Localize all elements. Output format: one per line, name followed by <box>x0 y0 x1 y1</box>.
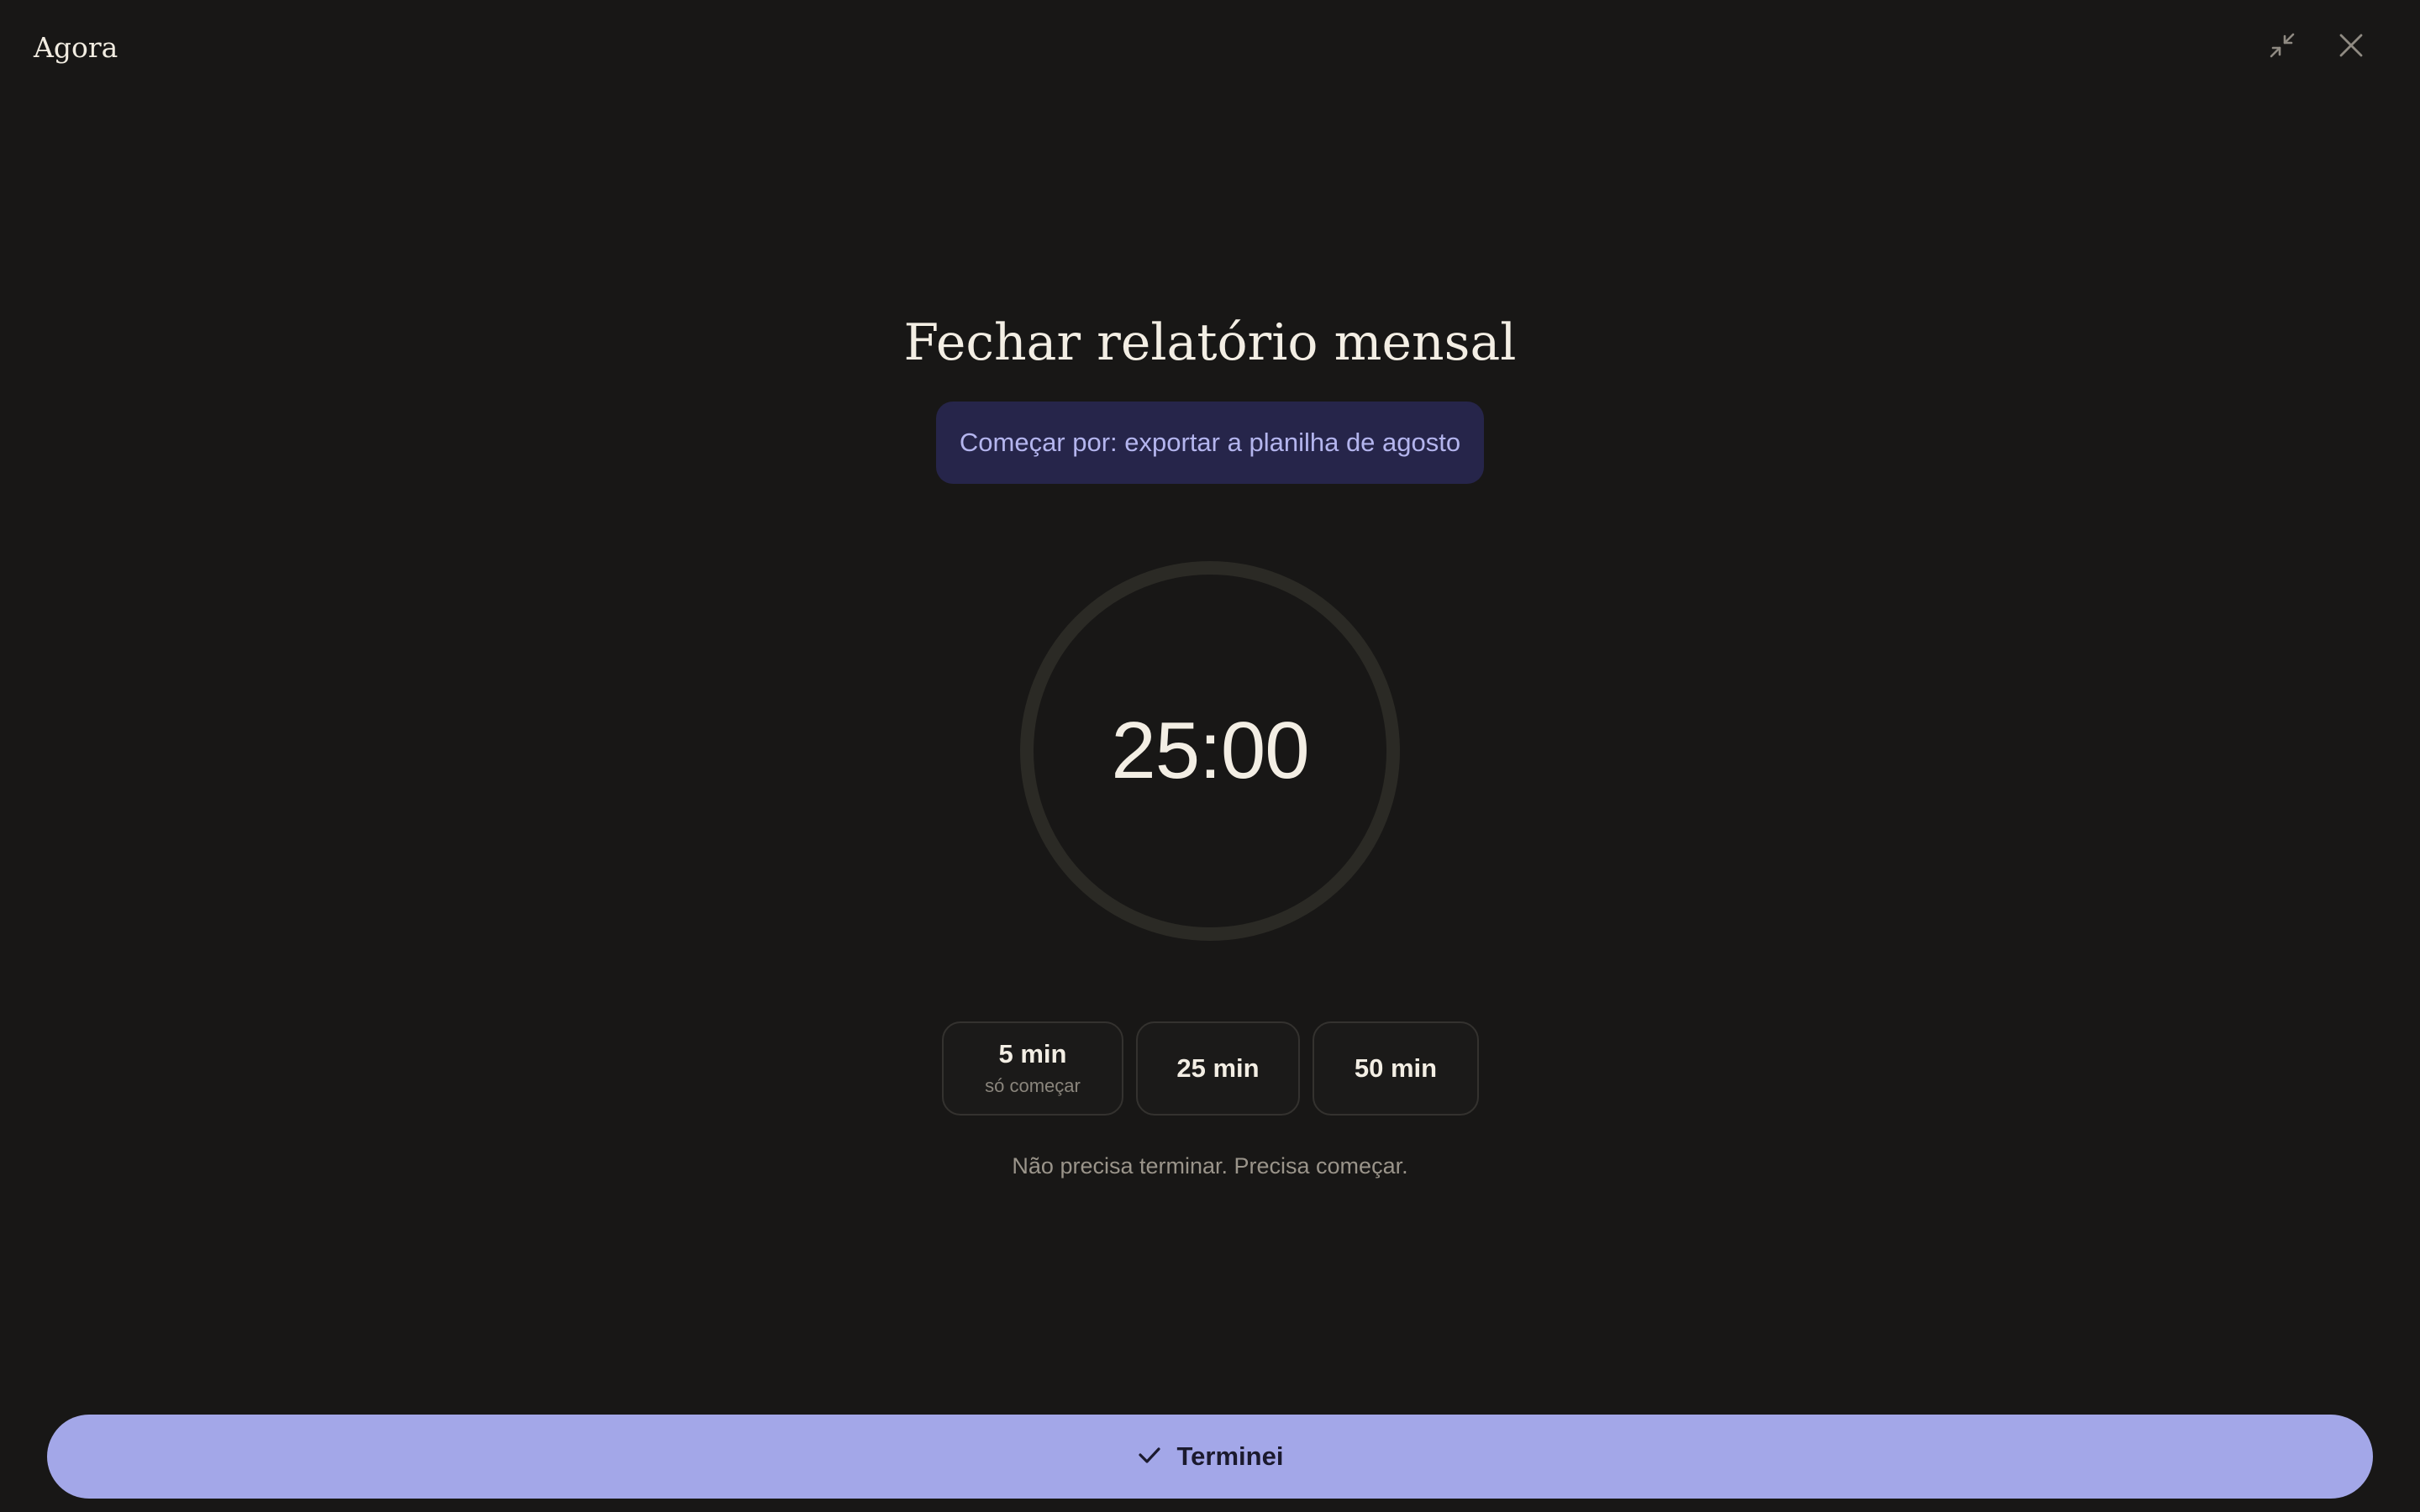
duration-label: 50 min <box>1354 1053 1438 1083</box>
minimize-button[interactable] <box>2264 27 2301 64</box>
duration-label: 25 min <box>1176 1053 1260 1083</box>
window-controls <box>2264 27 2370 64</box>
app-title: Agora <box>34 31 118 64</box>
done-button[interactable]: Terminei <box>47 1415 2373 1499</box>
timer-display: 25:00 <box>1111 706 1309 795</box>
collapse-arrows-icon <box>2268 31 2296 60</box>
first-step-hint: Começar por: exportar a planilha de agos… <box>936 402 1484 484</box>
tagline: Não precisa terminar. Precisa começar. <box>1012 1153 1408 1179</box>
checkmark-icon <box>1137 1442 1162 1472</box>
task-title: Fechar relatório mensal <box>903 313 1517 372</box>
duration-5-min-button[interactable]: 5 min só começar <box>942 1021 1123 1116</box>
duration-50-min-button[interactable]: 50 min <box>1313 1021 1479 1116</box>
duration-sublabel: só começar <box>985 1075 1081 1096</box>
close-button[interactable] <box>2333 27 2370 64</box>
duration-25-min-button[interactable]: 25 min <box>1136 1021 1300 1116</box>
done-button-label: Terminei <box>1176 1441 1284 1471</box>
duration-label: 5 min <box>998 1039 1067 1068</box>
close-x-icon <box>2338 33 2364 58</box>
